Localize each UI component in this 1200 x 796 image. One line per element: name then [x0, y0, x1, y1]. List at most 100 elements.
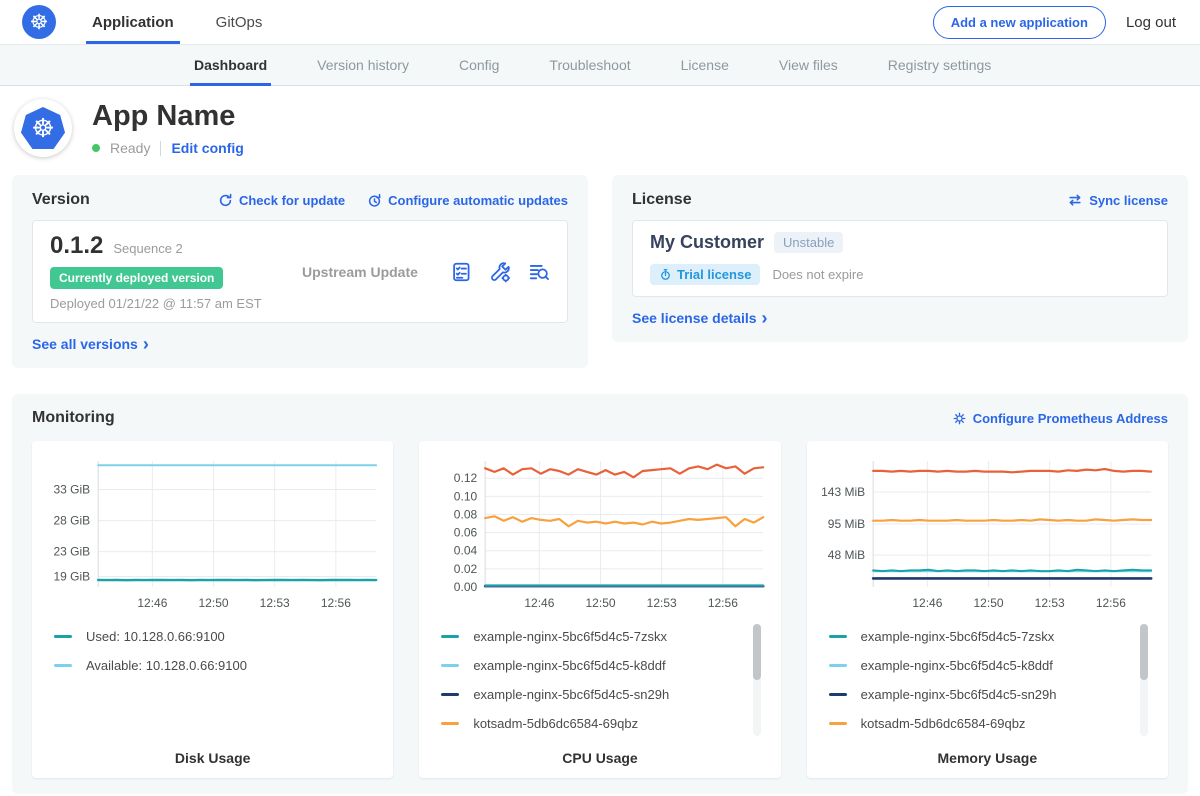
chevron-right-icon: ›	[762, 312, 768, 324]
topnav-tab-gitops[interactable]: GitOps	[210, 0, 269, 44]
legend-item: Available: 10.128.0.66:9100	[54, 651, 379, 680]
chevron-right-icon: ›	[143, 338, 149, 350]
svg-text:28 GiB: 28 GiB	[53, 514, 90, 528]
page-title: App Name	[92, 100, 244, 133]
legend-label: Used: 10.128.0.66:9100	[86, 629, 225, 644]
logout-button[interactable]: Log out	[1126, 14, 1176, 31]
see-license-details-label: See license details	[632, 310, 757, 326]
chart-title: Memory Usage	[817, 750, 1158, 766]
sync-icon	[1067, 192, 1083, 208]
charts-row: 19 GiB23 GiB28 GiB33 GiB12:4612:5012:531…	[32, 441, 1168, 778]
monitoring-section: Monitoring Configure Prometheus Address …	[12, 394, 1188, 794]
sync-license-link[interactable]: Sync license	[1067, 192, 1168, 208]
see-license-details-link[interactable]: See license details ›	[632, 310, 768, 326]
deployed-status-badge: Currently deployed version	[50, 267, 223, 289]
svg-text:12:46: 12:46	[912, 596, 942, 610]
dashboard-cards-row: Version Check for update Configure autom…	[0, 175, 1200, 368]
legend-color-dash	[441, 635, 459, 638]
divider	[160, 141, 161, 156]
add-application-button[interactable]: Add a new application	[933, 6, 1106, 39]
topnav-tab-label: GitOps	[216, 14, 263, 31]
svg-text:95 MiB: 95 MiB	[827, 517, 864, 531]
license-card: License Sync license My Customer Unstabl…	[612, 175, 1188, 342]
tab-label: View files	[779, 57, 838, 73]
memory-usage-legend: example-nginx-5bc6f5d4c5-7zskx example-ng…	[829, 622, 1154, 740]
memory-usage-chart: 48 MiB95 MiB143 MiB12:4612:5012:5312:56	[817, 451, 1158, 616]
memory-usage-chart-card: 48 MiB95 MiB143 MiB12:4612:5012:5312:56 …	[807, 441, 1168, 778]
tab-label: Config	[459, 57, 499, 73]
edit-config-link[interactable]: Edit config	[171, 140, 243, 156]
svg-text:0.02: 0.02	[454, 562, 478, 576]
license-type-badge: Trial license	[650, 264, 760, 285]
config-wrench-icon[interactable]	[489, 261, 511, 283]
cpu-usage-chart-card: 0.000.020.040.060.080.100.1212:4612:5012…	[419, 441, 780, 778]
topnav-tab-application[interactable]: Application	[86, 0, 180, 44]
configure-prometheus-label: Configure Prometheus Address	[973, 411, 1168, 426]
cpu-usage-chart: 0.000.020.040.060.080.100.1212:4612:5012…	[429, 451, 770, 616]
svg-text:0.12: 0.12	[454, 471, 478, 485]
check-for-update-label: Check for update	[239, 193, 345, 208]
configure-automatic-updates-link[interactable]: Configure automatic updates	[367, 193, 568, 208]
disk-usage-legend: Used: 10.128.0.66:9100 Available: 10.128.…	[54, 622, 379, 740]
tab-registry-settings[interactable]: Registry settings	[884, 45, 995, 85]
legend-label: example-nginx-5bc6f5d4c5-7zskx	[473, 629, 667, 644]
legend-label: kotsadm-5db6dc6584-69qbz	[473, 716, 638, 731]
svg-text:143 MiB: 143 MiB	[821, 485, 865, 499]
topnav-tab-label: Application	[92, 14, 174, 31]
refresh-icon	[218, 193, 233, 208]
tab-label: Version history	[317, 57, 409, 73]
license-card-title: License	[632, 191, 692, 209]
tab-label: Dashboard	[194, 57, 267, 73]
tab-view-files[interactable]: View files	[775, 45, 842, 85]
tab-dashboard[interactable]: Dashboard	[190, 45, 271, 85]
preflight-checks-icon[interactable]	[450, 261, 472, 283]
legend-label: example-nginx-5bc6f5d4c5-sn29h	[473, 687, 669, 702]
version-card: Version Check for update Configure autom…	[12, 175, 588, 368]
customer-name: My Customer	[650, 232, 764, 253]
svg-text:23 GiB: 23 GiB	[53, 545, 90, 559]
legend-label: example-nginx-5bc6f5d4c5-k8ddf	[861, 658, 1053, 673]
legend-scrollbar-track[interactable]	[753, 624, 761, 736]
svg-text:12:46: 12:46	[137, 596, 167, 610]
configure-prometheus-link[interactable]: Configure Prometheus Address	[952, 411, 1168, 426]
app-sub-nav: Dashboard Version history Config Trouble…	[0, 45, 1200, 86]
legend-item: example-nginx-5bc6f5d4c5-k8ddf	[829, 651, 1154, 680]
see-all-versions-link[interactable]: See all versions ›	[32, 336, 149, 352]
legend-label: example-nginx-5bc6f5d4c5-k8ddf	[473, 658, 665, 673]
legend-scrollbar-thumb[interactable]	[1140, 624, 1148, 680]
tab-label: Registry settings	[888, 57, 991, 73]
legend-color-dash	[829, 722, 847, 725]
monitoring-title: Monitoring	[32, 409, 115, 427]
kubernetes-app-icon: ☸	[21, 107, 65, 149]
legend-label: example-nginx-5bc6f5d4c5-7zskx	[861, 629, 1055, 644]
legend-color-dash	[441, 693, 459, 696]
legend-scrollbar-thumb[interactable]	[753, 624, 761, 680]
svg-text:12:50: 12:50	[586, 596, 616, 610]
app-avatar: ☸	[14, 99, 72, 157]
version-card-title: Version	[32, 191, 90, 209]
see-all-versions-label: See all versions	[32, 336, 138, 352]
legend-color-dash	[441, 664, 459, 667]
legend-item: example-nginx-5bc6f5d4c5-k8ddf	[441, 651, 766, 680]
svg-text:12:50: 12:50	[199, 596, 229, 610]
legend-item: example-nginx-5bc6f5d4c5-sn29h	[441, 680, 766, 709]
kubernetes-logo-icon[interactable]: ☸	[22, 5, 56, 39]
tab-config[interactable]: Config	[455, 45, 503, 85]
deploy-logs-icon[interactable]	[528, 261, 550, 283]
legend-item: example-nginx-5bc6f5d4c5-sn29h	[829, 680, 1154, 709]
tab-version-history[interactable]: Version history	[313, 45, 413, 85]
legend-scrollbar-track[interactable]	[1140, 624, 1148, 736]
topnav-right: Add a new application Log out	[933, 6, 1176, 39]
svg-text:0.10: 0.10	[454, 489, 478, 503]
app-header: ☸ App Name Ready Edit config	[0, 86, 1200, 175]
topnav-tabs: Application GitOps	[86, 0, 298, 44]
version-sequence: Sequence 2	[113, 241, 182, 256]
check-for-update-link[interactable]: Check for update	[218, 193, 345, 208]
chart-title: Disk Usage	[42, 750, 383, 766]
legend-item: example-nginx-5bc6f5d4c5-7zskx	[441, 622, 766, 651]
legend-label: kotsadm-5db6dc6584-69qbz	[861, 716, 1026, 731]
tab-license[interactable]: License	[677, 45, 733, 85]
version-number: 0.1.2	[50, 232, 103, 260]
tab-troubleshoot[interactable]: Troubleshoot	[545, 45, 634, 85]
legend-color-dash	[829, 693, 847, 696]
